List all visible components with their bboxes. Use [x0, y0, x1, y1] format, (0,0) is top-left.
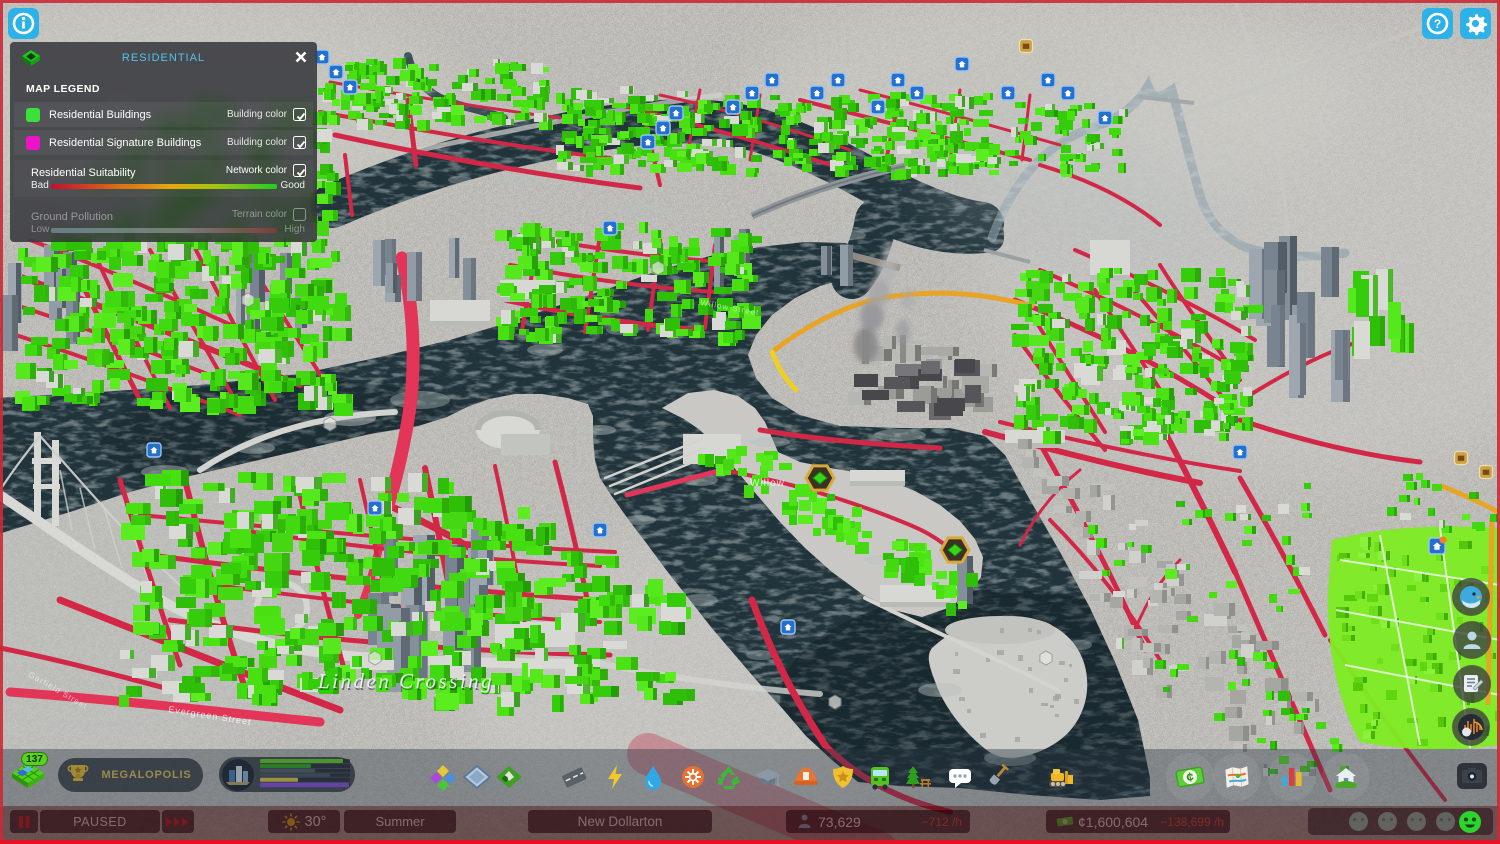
svg-text:Willow: Willow	[750, 478, 785, 489]
svg-text:?: ?	[1434, 17, 1441, 31]
svg-text:Linden Crossing: Linden Crossing	[317, 669, 494, 693]
